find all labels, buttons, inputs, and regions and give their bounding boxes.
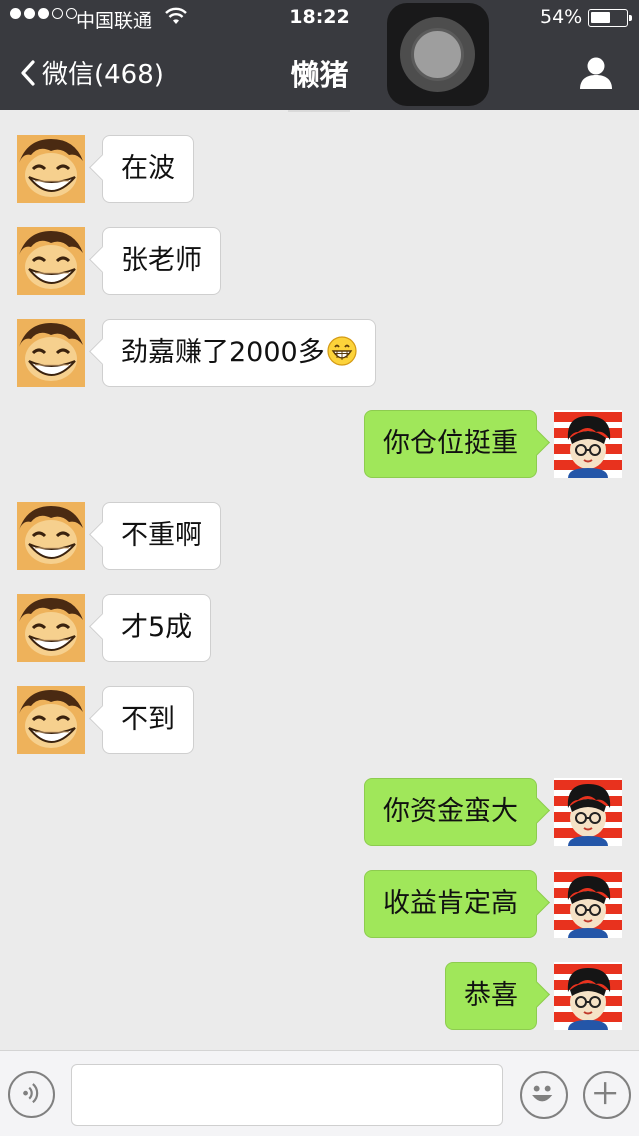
battery-icon [588,9,632,27]
message-list[interactable]: 在波 张老师 劲嘉赚了2000多 你仓位挺重 不重啊 才5成 不到 你资金蛮大 … [0,110,639,1050]
contact-avatar[interactable] [17,319,85,387]
my-avatar[interactable] [554,870,622,938]
voice-button[interactable] [8,1071,55,1118]
message-row: 你仓位挺重 [0,410,639,478]
my-avatar[interactable] [554,778,622,846]
message-bubble[interactable]: 收益肯定高 [364,870,537,938]
message-row: 恭喜 [0,962,639,1030]
contact-avatar[interactable] [17,135,85,203]
message-row: 才5成 [0,594,639,662]
message-input[interactable] [71,1064,503,1126]
message-text: 你资金蛮大 [383,796,518,827]
contact-avatar[interactable] [17,502,85,570]
message-text: 劲嘉赚了2000多 [121,337,325,368]
message-text: 在波 [121,153,175,184]
message-row: 不重啊 [0,502,639,570]
more-button[interactable] [583,1071,631,1119]
my-avatar[interactable] [554,962,622,1030]
contact-avatar[interactable] [17,227,85,295]
message-bubble[interactable]: 不重啊 [102,502,221,570]
contact-profile-icon[interactable] [578,56,614,90]
battery-percent: 54% [540,6,583,28]
message-text: 你仓位挺重 [383,428,518,459]
contact-avatar[interactable] [17,686,85,754]
message-row: 收益肯定高 [0,870,639,938]
message-text: 不到 [121,704,175,735]
message-bubble[interactable]: 张老师 [102,227,221,295]
message-row: 张老师 [0,227,639,295]
message-bubble[interactable]: 才5成 [102,594,212,662]
chat-title: 懒猪 [290,58,349,92]
message-bubble[interactable]: 在波 [102,135,194,203]
navigation-bar: 中国联通 18:22 54% 微信(468) 懒猪 [0,0,639,110]
message-bubble[interactable]: 不到 [102,686,194,754]
message-text: 张老师 [121,245,202,276]
message-bubble[interactable]: 你资金蛮大 [364,778,537,846]
message-bubble[interactable]: 恭喜 [445,962,537,1030]
status-bar: 中国联通 18:22 54% [0,0,639,36]
assistive-touch-button[interactable] [387,3,489,106]
message-bubble[interactable]: 劲嘉赚了2000多 [102,319,376,387]
message-text: 恭喜 [464,980,518,1011]
message-row: 不到 [0,686,639,754]
contact-avatar[interactable] [17,594,85,662]
partial-message-edge [288,110,350,112]
message-row: 你资金蛮大 [0,778,639,846]
message-text: 收益肯定高 [383,888,518,919]
message-row: 在波 [0,135,639,203]
message-text: 不重啊 [121,520,202,551]
input-bar [0,1050,639,1136]
my-avatar[interactable] [554,410,622,478]
message-bubble[interactable]: 你仓位挺重 [364,410,537,478]
voice-icon [23,1083,39,1104]
plus-icon [594,1082,617,1105]
emoji-button[interactable] [520,1071,568,1119]
message-row: 劲嘉赚了2000多 [0,319,639,387]
grinning-face-emoji-icon [327,335,357,366]
emoji-icon [532,1085,553,1102]
message-text: 才5成 [121,612,193,643]
